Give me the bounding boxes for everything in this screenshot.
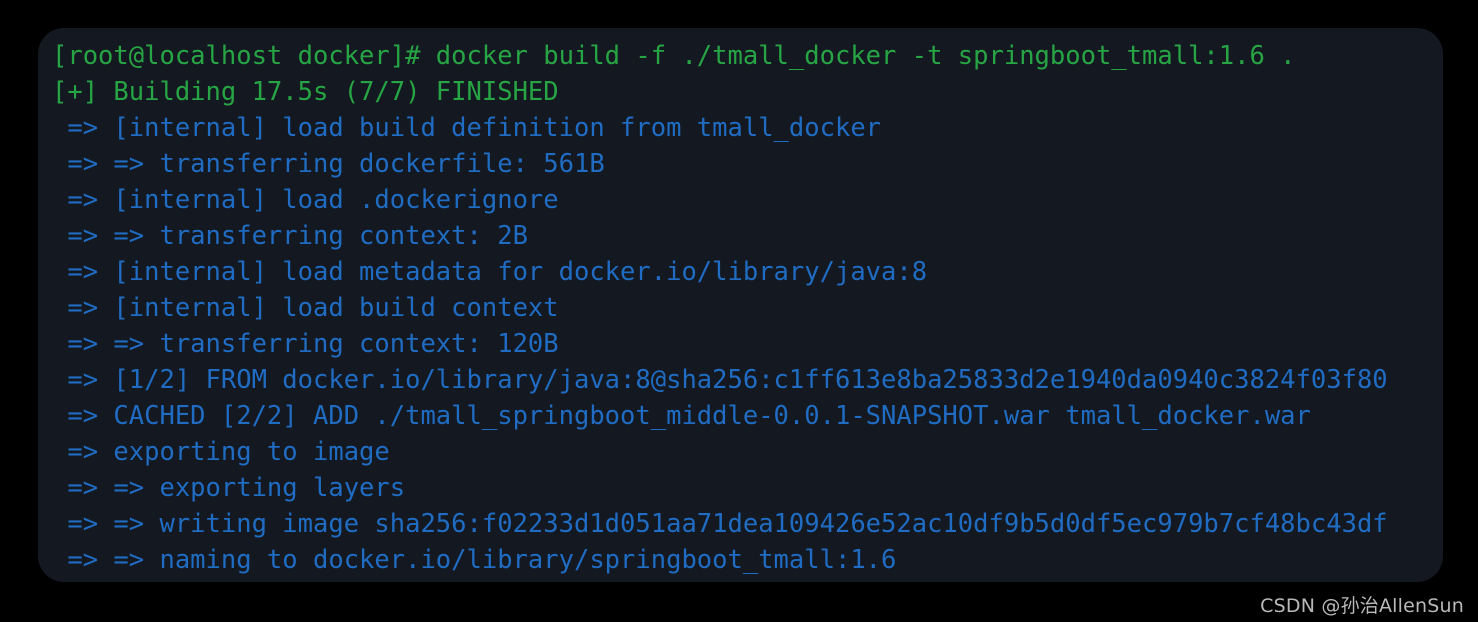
terminal-line: => [1/2] FROM docker.io/library/java:8@s…: [52, 365, 1388, 395]
terminal-line: [root@localhost docker]# docker build -f…: [52, 41, 1296, 71]
terminal-line: => exporting to image: [52, 437, 390, 467]
terminal-line: => => naming to docker.io/library/spring…: [52, 545, 897, 575]
terminal-line-clipped: => => naming to docker.io/library/spring…: [52, 578, 1443, 582]
csdn-watermark: CSDN @孙治AllenSun: [1260, 595, 1464, 617]
screenshot-root: [root@localhost docker]# docker build -f…: [0, 0, 1478, 622]
terminal-line: => => transferring dockerfile: 561B: [52, 149, 605, 179]
terminal-window[interactable]: [root@localhost docker]# docker build -f…: [38, 28, 1443, 582]
terminal-line: => => transferring context: 120B: [52, 329, 559, 359]
terminal-line: => [internal] load metadata for docker.i…: [52, 257, 928, 287]
terminal-line: => => exporting layers: [52, 473, 406, 503]
terminal-line: => => transferring context: 2B: [52, 221, 528, 251]
terminal-line: => [internal] load build definition from…: [52, 113, 882, 143]
terminal-line: => => writing image sha256:f02233d1d051a…: [52, 509, 1388, 539]
terminal-line: => [internal] load build context: [52, 293, 559, 323]
terminal-line: => [internal] load .dockerignore: [52, 185, 559, 215]
terminal-output: [root@localhost docker]# docker build -f…: [52, 38, 1443, 582]
terminal-line: => CACHED [2/2] ADD ./tmall_springboot_m…: [52, 401, 1311, 431]
terminal-line: [+] Building 17.5s (7/7) FINISHED: [52, 77, 559, 107]
